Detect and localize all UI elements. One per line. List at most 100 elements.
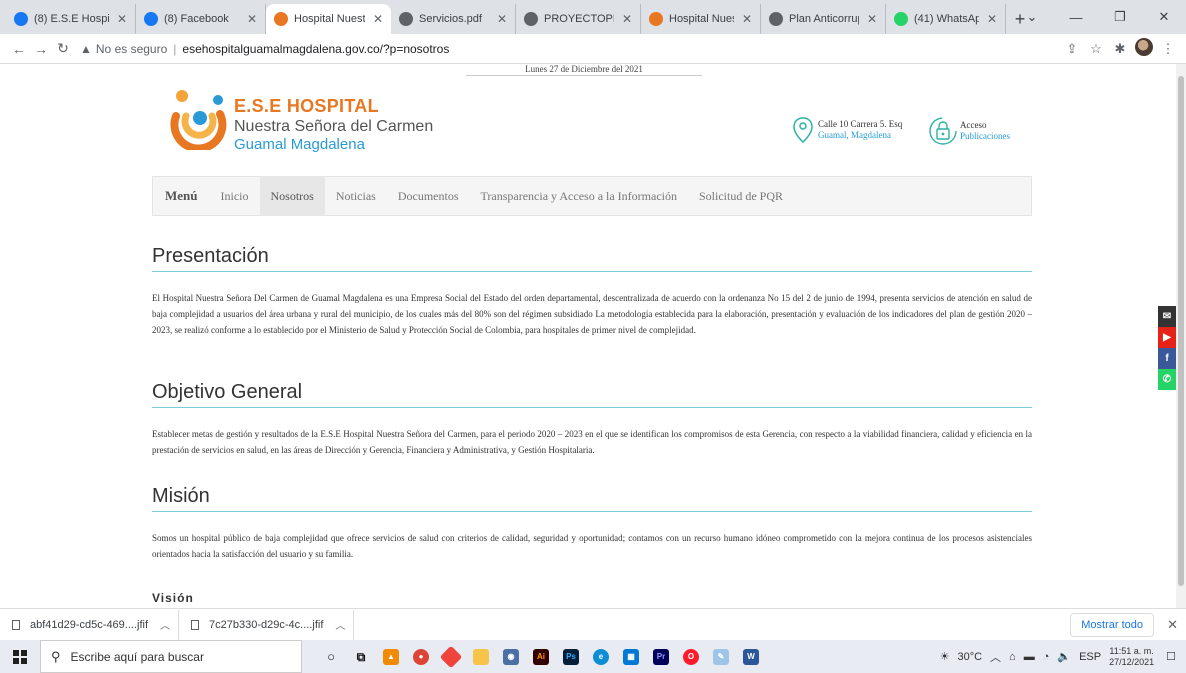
edge-icon[interactable]: e: [586, 640, 616, 673]
logo-location: Guamal Magdalena: [234, 136, 365, 153]
whatsapp-icon[interactable]: ✆: [1158, 369, 1176, 390]
close-tab-icon[interactable]: ✕: [622, 12, 632, 26]
illustrator-icon[interactable]: Ai: [526, 640, 556, 673]
download-filename[interactable]: 7c27b330-d29c-4c....jfif: [209, 619, 323, 631]
facebook-icon[interactable]: f: [1158, 348, 1176, 369]
file-explorer-icon[interactable]: [466, 640, 496, 673]
profile-avatar[interactable]: [1132, 38, 1156, 59]
clock-time: 11:51 a. m.: [1109, 645, 1154, 656]
bookmark-star-icon[interactable]: ☆: [1084, 41, 1108, 57]
taskbar-apps: ○ ⧉ ▲ ● ◉ Ai Ps e ▦ Pr O ✎ W: [316, 640, 766, 673]
page-scrollbar[interactable]: [1176, 64, 1186, 608]
word-icon[interactable]: W: [736, 640, 766, 673]
close-window-button[interactable]: ✕: [1142, 9, 1186, 25]
clock-date: 27/12/2021: [1109, 656, 1155, 667]
premiere-icon[interactable]: Pr: [646, 640, 676, 673]
tab-title: Servicios.pdf: [419, 13, 482, 25]
search-placeholder[interactable]: Escribe aquí para buscar: [71, 650, 204, 664]
close-tab-icon[interactable]: ✕: [373, 12, 383, 26]
browser-tab[interactable]: Servicios.pdf ✕: [391, 4, 516, 34]
taskbar-search[interactable]: ⚲ Escribe aquí para buscar: [40, 640, 302, 673]
globe-icon: [399, 12, 413, 26]
minimize-button[interactable]: —: [1054, 10, 1098, 25]
browser-tab[interactable]: Hospital Nuestra ✕: [266, 4, 391, 34]
logo-subtitle: Nuestra Señora del Carmen: [234, 118, 434, 135]
back-icon[interactable]: ←: [8, 41, 30, 57]
security-label[interactable]: No es seguro: [96, 42, 167, 56]
windows-taskbar: ⚲ Escribe aquí para buscar ○ ⧉ ▲ ● ◉ Ai …: [0, 640, 1186, 673]
paint-icon[interactable]: ✎: [706, 640, 736, 673]
nav-item-nosotros[interactable]: Nosotros: [259, 176, 325, 216]
browser-tab[interactable]: Hospital Nuestra ✕: [641, 4, 761, 34]
tab-title: (8) E.S.E Hospital: [34, 13, 109, 25]
url-text[interactable]: esehospitalguamalmagdalena.gov.co/?p=nos…: [182, 42, 449, 56]
nav-item-documentos[interactable]: Documentos: [387, 176, 470, 216]
scrollbar-thumb[interactable]: [1178, 76, 1184, 586]
clock[interactable]: 11:51 a. m. 27/12/2021: [1109, 646, 1154, 668]
battery-icon[interactable]: ▬: [1024, 651, 1035, 663]
browser-tab[interactable]: Plan Anticorrupci ✕: [761, 4, 886, 34]
tab-title: Hospital Nuestra: [294, 13, 365, 25]
tab-title: Hospital Nuestra: [669, 13, 734, 25]
close-tab-icon[interactable]: ✕: [987, 12, 997, 26]
download-item[interactable]: 7c27b330-d29c-4c....jfif ︿: [179, 609, 355, 640]
hospital-logo[interactable]: E.S.E HOSPITAL Nuestra Señora del Carmen…: [168, 84, 468, 162]
forward-icon[interactable]: →: [30, 41, 52, 57]
app-icon[interactable]: ◉: [496, 640, 526, 673]
network-icon[interactable]: ⌂: [1009, 651, 1016, 663]
browser-tab[interactable]: (8) Facebook ✕: [136, 4, 266, 34]
tab-search-icon[interactable]: ⌄: [1010, 9, 1054, 25]
section-text: Establecer metas de gestión y resultados…: [152, 429, 1032, 455]
access-publications-link[interactable]: Acceso Publicaciones: [928, 116, 1010, 146]
weather-temp[interactable]: 30°C: [957, 651, 982, 663]
address-bar[interactable]: ▲ No es seguro | esehospitalguamalmagdal…: [80, 37, 1060, 61]
notifications-icon[interactable]: ☐: [1166, 650, 1176, 663]
volume-icon[interactable]: 🔈: [1057, 650, 1071, 663]
chevron-up-icon[interactable]: ︿: [160, 617, 170, 632]
section-title-cutoff: Visión: [152, 591, 194, 605]
email-icon[interactable]: ✉: [1158, 306, 1176, 327]
wifi-icon[interactable]: ◔: [1043, 651, 1050, 663]
opera-icon[interactable]: O: [676, 640, 706, 673]
youtube-icon[interactable]: ▶: [1158, 327, 1176, 348]
warning-icon[interactable]: ▲: [80, 42, 92, 56]
close-tab-icon[interactable]: ✕: [247, 12, 257, 26]
download-item[interactable]: abf41d29-cd5c-469....jfif ︿: [0, 609, 180, 640]
store-icon[interactable]: ▦: [616, 640, 646, 673]
chrome-icon[interactable]: ●: [406, 640, 436, 673]
menu-brand: Menú: [165, 188, 198, 203]
show-all-button[interactable]: Mostrar todo: [1070, 613, 1154, 637]
close-tab-icon[interactable]: ✕: [742, 12, 752, 26]
restore-button[interactable]: ❐: [1098, 9, 1142, 25]
share-icon[interactable]: ⇪: [1060, 41, 1084, 57]
reload-icon[interactable]: ↻: [52, 40, 74, 57]
chevron-up-icon[interactable]: ︿: [335, 617, 345, 632]
photoshop-icon[interactable]: Ps: [556, 640, 586, 673]
download-filename[interactable]: abf41d29-cd5c-469....jfif: [30, 619, 148, 631]
browser-tab[interactable]: (8) E.S.E Hospital ✕: [6, 4, 136, 34]
separator: |: [173, 41, 177, 56]
nav-item-noticias[interactable]: Noticias: [325, 176, 387, 216]
nav-item-solicitud[interactable]: Solicitud de PQR: [688, 176, 794, 216]
page-viewport: Lunes 27 de Diciembre del 2021 E.S.E HOS…: [0, 64, 1176, 608]
windows-logo-icon: [13, 649, 27, 664]
browser-tab[interactable]: PROYECTOPLANE ✕: [516, 4, 641, 34]
vlc-icon[interactable]: ▲: [376, 640, 406, 673]
weather-icon[interactable]: ☀: [940, 650, 950, 663]
browser-tab[interactable]: (41) WhatsApp ✕: [886, 4, 1006, 34]
task-view-icon[interactable]: ⧉: [346, 640, 376, 673]
menu-kebab-icon[interactable]: ⋮: [1156, 41, 1180, 57]
nav-item-transparencia[interactable]: Transparencia y Acceso a la Información: [470, 176, 688, 216]
close-tab-icon[interactable]: ✕: [117, 12, 127, 26]
close-shelf-icon[interactable]: ✕: [1167, 617, 1178, 633]
language-indicator[interactable]: ESP: [1079, 651, 1101, 663]
close-tab-icon[interactable]: ✕: [867, 12, 877, 26]
section-title: Objetivo General: [152, 378, 1032, 408]
close-tab-icon[interactable]: ✕: [497, 12, 507, 26]
cortana-icon[interactable]: ○: [316, 640, 346, 673]
extensions-icon[interactable]: ✱: [1108, 41, 1132, 57]
nav-item-inicio[interactable]: Inicio: [210, 176, 260, 216]
anydesk-icon[interactable]: [436, 640, 466, 673]
chevron-up-icon[interactable]: ︿: [990, 649, 1001, 665]
windows-start-button[interactable]: [0, 649, 40, 664]
